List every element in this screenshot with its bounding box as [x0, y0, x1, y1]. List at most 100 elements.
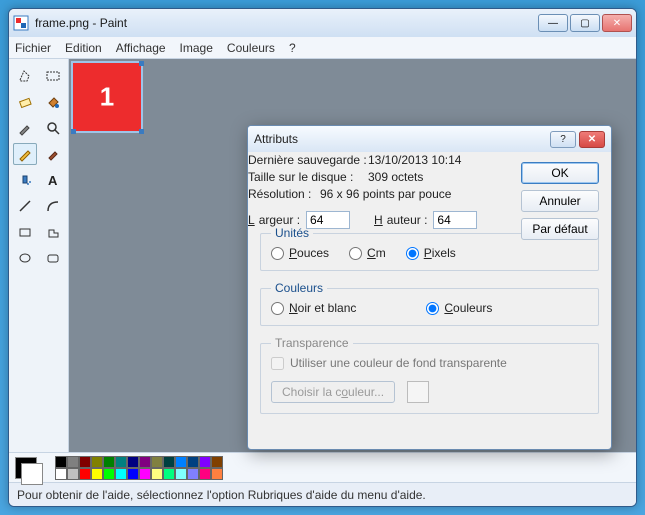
- dialog-help-button[interactable]: ?: [550, 131, 576, 148]
- color-swatch[interactable]: [187, 456, 199, 468]
- color-swatch[interactable]: [151, 468, 163, 480]
- resize-handle[interactable]: [71, 129, 76, 134]
- info-block: Dernière sauvegarde :13/10/2013 10:14 Ta…: [248, 152, 498, 203]
- color-swatch[interactable]: [79, 456, 91, 468]
- work-area: A 1 Attributs ? ✕: [9, 59, 636, 452]
- fill-tool[interactable]: [41, 91, 65, 113]
- app-icon: [13, 15, 29, 31]
- color-swatch[interactable]: [163, 468, 175, 480]
- color-swatch[interactable]: [175, 456, 187, 468]
- last-save-value: 13/10/2013 10:14: [368, 152, 461, 169]
- color-swatch[interactable]: [91, 456, 103, 468]
- transparency-legend: Transparence: [271, 336, 353, 350]
- unit-cm-radio[interactable]: Cm: [349, 246, 386, 260]
- color-swatch[interactable]: [175, 468, 187, 480]
- foreground-background-picker[interactable]: [15, 457, 37, 479]
- pencil-tool[interactable]: [13, 143, 37, 165]
- height-input[interactable]: [433, 211, 477, 229]
- ok-button[interactable]: OK: [521, 162, 599, 184]
- canvas-area[interactable]: 1 Attributs ? ✕ Dernière sauvegarde :13/…: [69, 59, 636, 452]
- resolution-value: 96 x 96 points par pouce: [320, 186, 451, 203]
- menu-colors[interactable]: Couleurs: [227, 41, 275, 55]
- paint-window: frame.png - Paint — ▢ ✕ Fichier Edition …: [8, 8, 637, 507]
- color-swatch[interactable]: [211, 468, 223, 480]
- palette-swatches: [55, 456, 223, 480]
- dialog-titlebar[interactable]: Attributs ? ✕: [248, 126, 611, 152]
- resize-handle[interactable]: [139, 129, 144, 134]
- polygon-tool[interactable]: [41, 221, 65, 243]
- color-swatch[interactable]: [139, 468, 151, 480]
- color-swatch[interactable]: [139, 456, 151, 468]
- color-palette: [9, 452, 636, 482]
- color-swatch[interactable]: [55, 468, 67, 480]
- resolution-label: Résolution :: [248, 186, 320, 203]
- rounded-rect-tool[interactable]: [41, 247, 65, 269]
- menu-edit[interactable]: Edition: [65, 41, 102, 55]
- menu-file[interactable]: Fichier: [15, 41, 51, 55]
- curve-tool[interactable]: [41, 195, 65, 217]
- text-tool[interactable]: A: [41, 169, 65, 191]
- color-swatch[interactable]: [79, 468, 91, 480]
- color-swatch[interactable]: [163, 456, 175, 468]
- transparent-bg-checkbox[interactable]: Utiliser une couleur de fond transparent…: [271, 356, 507, 370]
- canvas-label: 1: [100, 82, 114, 113]
- color-swatch[interactable]: [151, 456, 163, 468]
- rect-select-tool[interactable]: [41, 65, 65, 87]
- color-swatch[interactable]: [115, 456, 127, 468]
- color-swatch[interactable]: [103, 456, 115, 468]
- height-label: Hauteur :: [374, 213, 427, 227]
- brush-tool[interactable]: [41, 143, 65, 165]
- status-bar: Pour obtenir de l'aide, sélectionnez l'o…: [9, 482, 636, 506]
- last-save-label: Dernière sauvegarde :: [248, 152, 368, 169]
- menu-view[interactable]: Affichage: [116, 41, 166, 55]
- color-swatch[interactable]: [115, 468, 127, 480]
- dialog-close-button[interactable]: ✕: [579, 131, 605, 148]
- color-swatch[interactable]: [127, 456, 139, 468]
- color-swatch[interactable]: [67, 468, 79, 480]
- menu-help[interactable]: ?: [289, 41, 296, 55]
- colors-group: Couleurs Noir et blanc Couleurs: [260, 281, 599, 326]
- canvas[interactable]: 1: [73, 63, 141, 131]
- disk-size-value: 309 octets: [368, 169, 423, 186]
- colors-radio[interactable]: Couleurs: [426, 301, 492, 315]
- default-button[interactable]: Par défaut: [521, 218, 599, 240]
- unit-pixels-radio[interactable]: Pixels: [406, 246, 456, 260]
- color-swatch[interactable]: [55, 456, 67, 468]
- attributes-dialog: Attributs ? ✕ Dernière sauvegarde :13/10…: [247, 125, 612, 450]
- width-label: Largeur :: [248, 213, 300, 227]
- width-input[interactable]: [306, 211, 350, 229]
- window-title: frame.png - Paint: [35, 16, 538, 30]
- color-swatch[interactable]: [67, 456, 79, 468]
- menu-image[interactable]: Image: [180, 41, 213, 55]
- maximize-button[interactable]: ▢: [570, 14, 600, 32]
- choose-color-button: Choisir la couleur...: [271, 381, 395, 403]
- color-swatch[interactable]: [199, 468, 211, 480]
- transparency-group: Transparence Utiliser une couleur de fon…: [260, 336, 599, 414]
- color-swatch[interactable]: [199, 456, 211, 468]
- magnifier-tool[interactable]: [41, 117, 65, 139]
- color-swatch[interactable]: [103, 468, 115, 480]
- rectangle-tool[interactable]: [13, 221, 37, 243]
- color-swatch[interactable]: [187, 468, 199, 480]
- dialog-title: Attributs: [254, 132, 547, 146]
- cancel-button[interactable]: Annuler: [521, 190, 599, 212]
- bw-radio[interactable]: Noir et blanc: [271, 301, 356, 315]
- color-swatch[interactable]: [127, 468, 139, 480]
- close-button[interactable]: ✕: [602, 14, 632, 32]
- eyedropper-tool[interactable]: [13, 117, 37, 139]
- color-swatch[interactable]: [91, 468, 103, 480]
- titlebar[interactable]: frame.png - Paint — ▢ ✕: [9, 9, 636, 37]
- line-tool[interactable]: [13, 195, 37, 217]
- color-swatch[interactable]: [211, 456, 223, 468]
- color-preview: [407, 381, 429, 403]
- ellipse-tool[interactable]: [13, 247, 37, 269]
- unit-inches-radio[interactable]: Pouces: [271, 246, 329, 260]
- resize-handle[interactable]: [139, 61, 144, 66]
- minimize-button[interactable]: —: [538, 14, 568, 32]
- colors-legend: Couleurs: [271, 281, 327, 295]
- eraser-tool[interactable]: [13, 91, 37, 113]
- svg-text:A: A: [48, 173, 58, 188]
- toolbox: A: [9, 59, 69, 452]
- freeform-select-tool[interactable]: [13, 65, 37, 87]
- airbrush-tool[interactable]: [13, 169, 37, 191]
